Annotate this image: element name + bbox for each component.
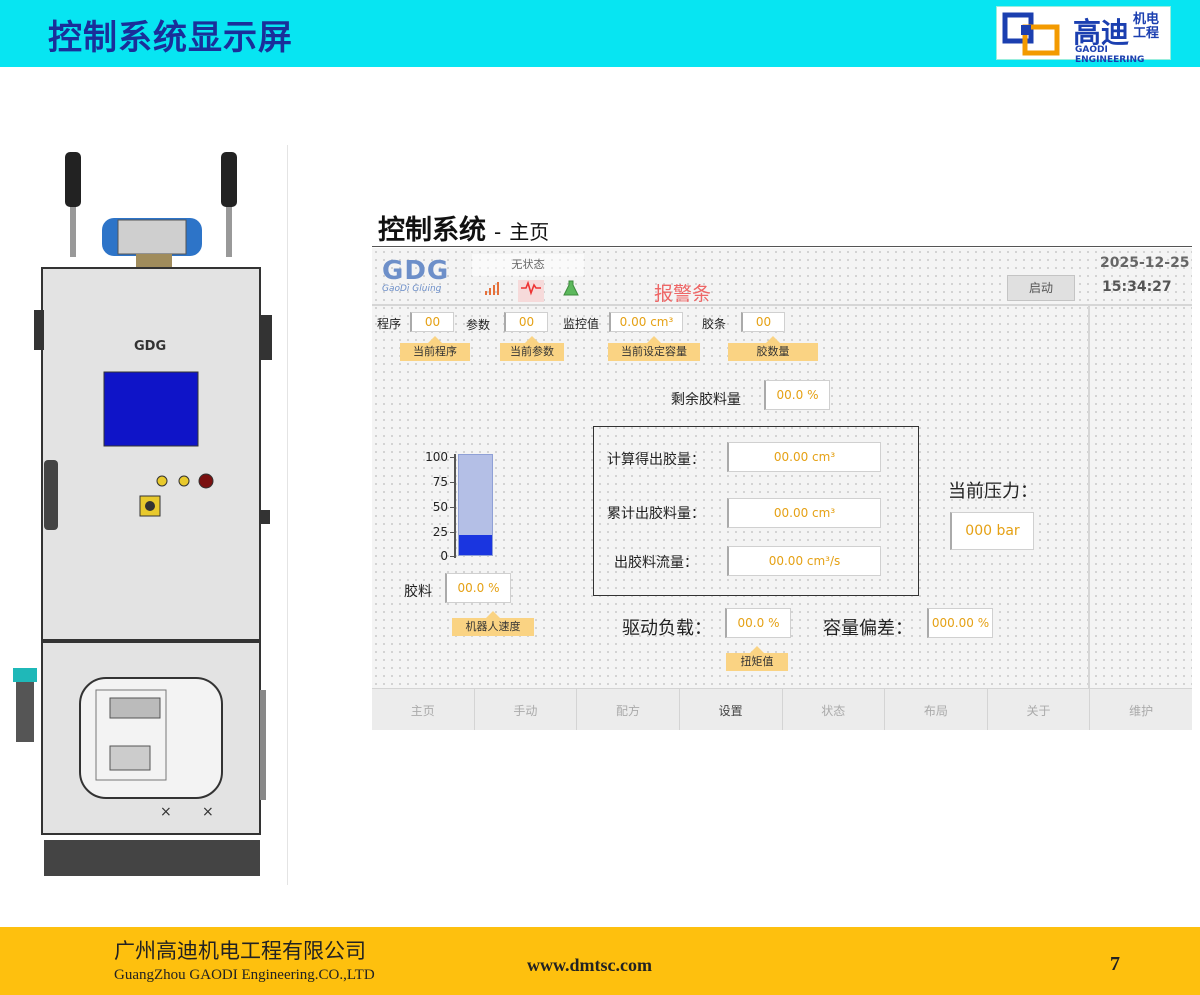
ui-title-underline [372,246,1192,247]
slide-title: 控制系统显示屏 [48,18,293,58]
gauge-tick-0: 0 [440,549,448,563]
time-display: 15:34:27 [1102,279,1172,295]
ui-title-dash: - [494,220,502,244]
bottom-tab-bar: 主页 手动 配方 设置 状态 布局 关于 维护 [372,688,1192,730]
gdg-logo-sub: GaoDi Gluing [382,284,442,294]
divider-line [287,145,288,885]
tab-maintenance[interactable]: 维护 [1090,688,1192,730]
slide-header: 控制系统显示屏 高迪 机电工程 GAODI ENGINEERING [0,0,1200,67]
flow-label: 出胶料流量： [614,555,698,571]
right-panel-divider [1088,304,1090,688]
calc-label: 计算得出胶量： [607,452,705,468]
glue-value[interactable]: 00.0 % [445,573,511,603]
cumulative-label: 累计出胶料量： [607,506,705,522]
tab-about[interactable]: 关于 [987,688,1091,730]
calc-value[interactable]: 00.00 cm³ [727,442,881,472]
gauge-tick-25: 25 [432,525,448,539]
machine-cabinet-illustration: GDG × × [13,152,272,876]
drive-value[interactable]: 00.0 % [725,608,791,638]
gdg-logo: GDG [382,256,450,286]
slide-footer: 广州高迪机电工程有限公司 GuangZhou GAODI Engineering… [0,927,1200,995]
gauge-axis [454,454,456,558]
param-tag: 当前参数 [500,336,564,361]
tab-settings[interactable]: 设置 [679,688,783,730]
drive-label: 驱动负载： [622,618,712,639]
gauge-tick-mark [450,556,456,557]
gaodi-logo-icon [1002,12,1060,56]
tab-status[interactable]: 状态 [782,688,886,730]
program-tag: 当前程序 [400,336,470,361]
alarm-bar[interactable]: 报警条 [654,279,711,306]
strip-label: 胶条 [702,317,727,331]
glue-level-gauge [458,454,493,556]
deviation-value[interactable]: 000.00 % [927,608,993,638]
glue-level-fill [459,535,492,555]
drive-tag: 扭矩值 [726,646,788,671]
start-button[interactable]: 启动 [1007,275,1075,301]
param-value[interactable]: 00 [504,312,548,332]
strip-value[interactable]: 00 [741,312,785,332]
cumulative-value[interactable]: 00.00 cm³ [727,498,881,528]
pressure-label: 当前压力： [948,481,1038,502]
remaining-value[interactable]: 00.0 % [764,380,830,410]
gauge-tick-100: 100 [425,450,448,464]
hmi-screen: GDG GaoDi Gluing 无状态 报警条 启动 2025-12-25 1… [372,248,1192,730]
pressure-value[interactable]: 000 bar [950,512,1034,550]
website-link[interactable]: www.dmtsc.com [527,955,652,976]
brand-name-en: GAODI ENGINEERING [1075,45,1145,65]
program-value[interactable]: 00 [410,312,454,332]
company-name-en: GuangZhou GAODI Engineering.CO.,LTD [114,967,375,983]
status-text: 无状态 [472,254,584,276]
program-label: 程序 [377,317,402,331]
gauge-tick-75: 75 [432,475,448,489]
gauge-tick-mark [450,457,456,458]
ui-title-sub: 主页 [509,220,550,244]
gauge-tick-50: 50 [432,500,448,514]
strip-tag: 胶数量 [728,336,818,361]
brand-logo: 高迪 机电工程 GAODI ENGINEERING [996,6,1171,65]
remaining-label: 剩余胶料量 [671,392,741,408]
ui-title: 控制系统 - 主页 [378,208,549,247]
svg-text:GDG: GDG [134,339,166,354]
tab-manual[interactable]: 手动 [474,688,578,730]
monitor-tag: 当前设定容量 [608,336,700,361]
ui-title-main: 控制系统 [378,215,486,246]
page-number: 7 [1110,953,1120,975]
brand-name-cn-small: 机电工程 [1133,12,1160,41]
monitor-label: 监控值 [563,317,600,331]
gauge-tick-mark [450,482,456,483]
flow-value[interactable]: 00.00 cm³/s [727,546,881,576]
tab-layout[interactable]: 布局 [885,688,988,730]
glue-tag: 机器人速度 [452,611,534,636]
tab-recipe[interactable]: 配方 [577,688,680,730]
waveform-icon[interactable] [518,280,544,302]
gauge-tick-mark [450,532,456,533]
glue-label: 胶料 [404,584,432,600]
date-display: 2025-12-25 [1100,255,1190,271]
monitor-value[interactable]: 0.00 cm³ [609,312,683,332]
svg-text:×: × [160,804,172,820]
svg-text:×: × [202,804,214,820]
gauge-tick-mark [450,507,456,508]
company-name-cn: 广州高迪机电工程有限公司 [114,939,366,963]
tab-home[interactable]: 主页 [372,688,475,730]
signal-icon[interactable] [480,280,506,302]
deviation-label: 容量偏差： [823,618,913,639]
topbar-divider [372,304,1192,306]
flask-icon[interactable] [558,280,584,302]
param-label: 参数 [466,318,491,332]
